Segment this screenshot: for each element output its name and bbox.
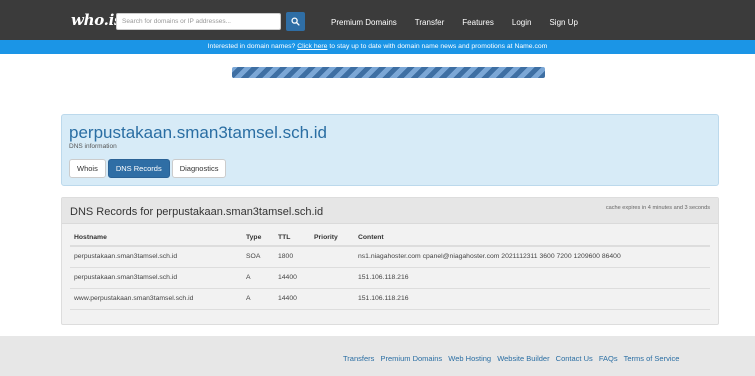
nav-premium-domains[interactable]: Premium Domains	[331, 18, 397, 27]
dns-records-panel: DNS Records for perpustakaan.sman3tamsel…	[61, 197, 719, 325]
page-footer: Transfers Premium Domains Web Hosting We…	[0, 336, 755, 376]
table-row: perpustakaan.sman3tamsel.sch.id SOA 1800…	[70, 246, 710, 268]
cell-content: 151.106.118.216	[354, 267, 710, 289]
search-input[interactable]	[116, 13, 281, 30]
main-nav: Premium Domains Transfer Features Login …	[331, 18, 596, 27]
column-header-type: Type	[242, 229, 274, 247]
progress-fill	[232, 67, 545, 78]
nav-login[interactable]: Login	[512, 18, 532, 27]
dns-records-title: DNS Records for perpustakaan.sman3tamsel…	[70, 206, 324, 218]
footer-link-faqs[interactable]: FAQs	[599, 354, 618, 363]
cell-priority	[310, 288, 354, 310]
site-logo[interactable]: who.is	[71, 11, 122, 29]
footer-link-premium-domains[interactable]: Premium Domains	[381, 354, 443, 363]
cell-type: A	[242, 288, 274, 310]
top-navigation-bar: who.is Premium Domains Transfer Features…	[0, 0, 755, 40]
footer-link-contact-us[interactable]: Contact Us	[556, 354, 593, 363]
footer-link-web-hosting[interactable]: Web Hosting	[448, 354, 491, 363]
cell-ttl: 14400	[274, 288, 310, 310]
nav-features[interactable]: Features	[462, 18, 494, 27]
tab-diagnostics[interactable]: Diagnostics	[171, 159, 227, 178]
cell-priority	[310, 246, 354, 268]
table-row: perpustakaan.sman3tamsel.sch.id A 14400 …	[70, 267, 710, 289]
dns-records-table: Hostname Type TTL Priority Content perpu…	[70, 229, 710, 310]
column-header-ttl: TTL	[274, 229, 310, 247]
cell-content: 151.106.118.216	[354, 288, 710, 310]
search-button[interactable]	[286, 12, 305, 31]
cell-hostname: www.perpustakaan.sman3tamsel.sch.id	[70, 288, 242, 310]
cell-priority	[310, 267, 354, 289]
column-header-hostname: Hostname	[70, 229, 242, 247]
cell-hostname: perpustakaan.sman3tamsel.sch.id	[70, 267, 242, 289]
tab-dns-records[interactable]: DNS Records	[107, 159, 170, 178]
footer-link-transfers[interactable]: Transfers	[343, 354, 374, 363]
cell-hostname: perpustakaan.sman3tamsel.sch.id	[70, 246, 242, 268]
search-icon	[291, 17, 300, 26]
cell-ttl: 14400	[274, 267, 310, 289]
cell-type: SOA	[242, 246, 274, 268]
table-header-row: Hostname Type TTL Priority Content	[70, 229, 710, 247]
promo-link[interactable]: Click here	[297, 43, 327, 50]
page-title: perpustakaan.sman3tamsel.sch.id	[69, 123, 327, 142]
cell-content: ns1.niagahoster.com cpanel@niagahoster.c…	[354, 246, 710, 268]
loading-progress-bar	[232, 67, 545, 78]
footer-link-website-builder[interactable]: Website Builder	[497, 354, 549, 363]
nav-sign-up[interactable]: Sign Up	[549, 18, 577, 27]
tab-whois[interactable]: Whois	[69, 159, 106, 178]
promo-text-before: Interested in domain names?	[207, 43, 298, 50]
column-header-priority: Priority	[310, 229, 354, 247]
promo-text-after: to stay up to date with domain name news…	[327, 43, 548, 50]
cache-expiry-note: cache expires in 4 minutes and 3 seconds	[605, 205, 710, 211]
dns-panel-header: DNS Records for perpustakaan.sman3tamsel…	[62, 198, 718, 224]
domain-header-panel: perpustakaan.sman3tamsel.sch.id DNS info…	[61, 114, 719, 186]
cell-type: A	[242, 267, 274, 289]
footer-link-terms-of-service[interactable]: Terms of Service	[624, 354, 680, 363]
promo-banner: Interested in domain names? Click here t…	[0, 40, 755, 54]
nav-transfer[interactable]: Transfer	[415, 18, 445, 27]
info-tabs: Whois DNS Records Diagnostics	[69, 159, 228, 178]
cell-ttl: 1800	[274, 246, 310, 268]
page-subtitle: DNS information	[69, 143, 117, 150]
table-row: www.perpustakaan.sman3tamsel.sch.id A 14…	[70, 288, 710, 310]
footer-links: Transfers Premium Domains Web Hosting We…	[343, 354, 693, 364]
column-header-content: Content	[354, 229, 710, 247]
